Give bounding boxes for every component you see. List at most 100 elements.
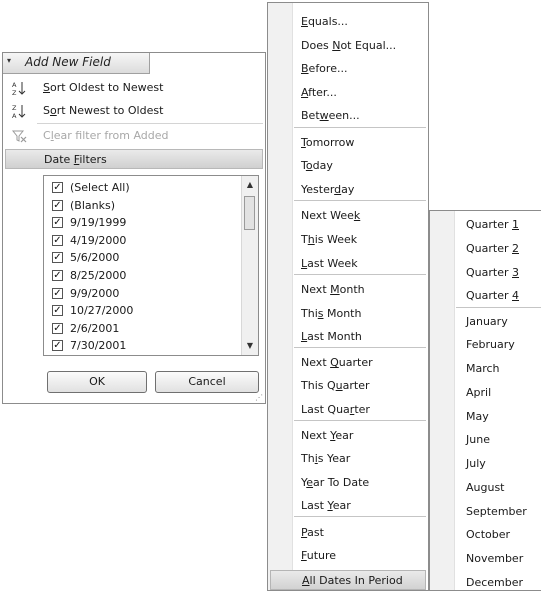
svg-text:Z: Z (12, 104, 17, 112)
menu-item-label: September (466, 505, 527, 518)
date-filter-option[interactable]: Next Year (292, 424, 426, 447)
menu-item-label: This Month (301, 307, 362, 320)
date-filter-option[interactable]: This Quarter (292, 374, 426, 397)
filter-dropdown-panel: ▾ Add New Field A Z Sort Oldest to Newes… (2, 52, 266, 404)
field-header[interactable]: ▾ Add New Field (3, 53, 150, 74)
scrollbar-thumb[interactable] (244, 196, 255, 230)
period-option[interactable]: Quarter 1 (454, 213, 541, 236)
sort-newest-to-oldest-item[interactable]: Z A Sort Newest to Oldest (3, 100, 265, 122)
menu-item-label: May (466, 410, 489, 423)
menu-item-label: After... (301, 86, 337, 99)
clear-filter-item: Clear filter from Added (3, 125, 265, 147)
date-filter-option[interactable]: Tomorrow (292, 131, 426, 154)
checkbox[interactable]: ✓ (52, 270, 63, 281)
menu-item-label: Last Month (301, 330, 362, 343)
checkbox[interactable]: ✓ (52, 182, 63, 193)
date-filter-option[interactable]: Last Year (292, 494, 426, 517)
date-filters-label: Date Filters (44, 153, 107, 166)
field-header-title: Add New Field (25, 55, 111, 69)
date-filter-option[interactable]: Next Week (292, 204, 426, 227)
period-option[interactable]: April (454, 381, 541, 404)
menu-item-label: Before... (301, 62, 348, 75)
period-option[interactable]: July (454, 452, 541, 475)
checkbox[interactable]: ✓ (52, 340, 63, 352)
sort-ascending-icon: A Z (12, 81, 26, 96)
period-option[interactable]: December (454, 571, 541, 594)
sort-descending-icon: Z A (12, 104, 26, 119)
period-option[interactable]: November (454, 547, 541, 570)
date-filter-option[interactable]: This Week (292, 228, 426, 251)
period-option[interactable]: February (454, 333, 541, 356)
date-filter-option[interactable]: This Year (292, 447, 426, 470)
menu-item-label: Quarter 3 (466, 266, 519, 279)
date-filter-option[interactable]: Next Month (292, 278, 426, 301)
cancel-button[interactable]: Cancel (155, 371, 259, 393)
menu-item-label: Quarter 2 (466, 242, 519, 255)
scroll-up-icon[interactable]: ▲ (243, 177, 257, 193)
menu-item-label: Next Month (301, 283, 365, 296)
date-filter-option[interactable]: After... (292, 81, 426, 104)
date-filter-option[interactable]: Year To Date (292, 471, 426, 494)
period-option[interactable]: Quarter 2 (454, 237, 541, 260)
date-filter-option[interactable]: This Month (292, 302, 426, 325)
menu-item-label: Year To Date (301, 476, 370, 489)
checkbox[interactable]: ✓ (52, 287, 63, 299)
date-filter-option[interactable]: Last Week (292, 252, 426, 275)
period-option[interactable]: March (454, 357, 541, 380)
vertical-scrollbar[interactable]: ▲ ▼ (241, 176, 258, 355)
checkbox[interactable]: ✓ (52, 252, 63, 264)
ok-button[interactable]: OK (47, 371, 147, 393)
checkbox[interactable]: ✓ (52, 305, 63, 317)
sort-oldest-to-newest-item[interactable]: A Z Sort Oldest to Newest (3, 77, 265, 99)
menu-separator (294, 274, 426, 275)
menu-item-label: January (466, 315, 508, 328)
menu-item-label: Next Year (301, 429, 354, 442)
filter-value-label: (Select All) (70, 181, 130, 194)
date-filter-option[interactable]: Next Quarter (292, 351, 426, 374)
filter-value-list[interactable]: ✓ (Select All) ✓ (Blanks) ✓ 9/19/1999 ✓ 4/19/20… (43, 175, 259, 356)
sort-oldest-label: Sort Oldest to Newest (43, 81, 164, 94)
menu-item-label: Tomorrow (301, 136, 355, 149)
date-filters-submenu: Equals... Does Not Equal... Before... After… (267, 2, 429, 591)
menu-separator (294, 516, 426, 517)
date-filters-item[interactable]: Date Filters (5, 149, 263, 169)
period-option[interactable]: June (454, 428, 541, 451)
period-option[interactable]: Quarter 4 (454, 284, 541, 307)
date-filter-option[interactable]: Equals... (292, 10, 426, 33)
checkbox[interactable]: ✓ (52, 322, 63, 334)
date-filter-option[interactable]: Future (292, 544, 426, 567)
menu-separator (294, 127, 426, 128)
checkbox[interactable]: ✓ (52, 234, 63, 246)
date-filter-option[interactable]: Between... (292, 104, 426, 127)
filter-value-label: (Blanks) (70, 198, 115, 212)
clear-filter-label: Clear filter from Added (43, 129, 169, 142)
menu-item-label: This Quarter (301, 379, 370, 392)
period-option[interactable]: Quarter 3 (454, 261, 541, 284)
menu-item-label: October (466, 528, 511, 541)
period-option[interactable]: January (454, 310, 541, 333)
date-filter-option[interactable]: Last Quarter (292, 398, 426, 421)
menu-item-label: Past (301, 526, 324, 539)
dropdown-arrow-icon[interactable]: ▾ (7, 56, 11, 65)
scroll-down-icon[interactable]: ▼ (243, 338, 257, 354)
date-filter-option[interactable]: Yesterday (292, 178, 426, 201)
date-filter-option[interactable]: Past (292, 521, 426, 544)
sort-newest-label: Sort Newest to Oldest (43, 104, 164, 117)
date-filter-option[interactable]: Before... (292, 57, 426, 80)
period-option[interactable]: September (454, 500, 541, 523)
period-option[interactable]: October (454, 523, 541, 546)
period-option[interactable]: May (454, 405, 541, 428)
date-filter-option[interactable]: Does Not Equal... (292, 34, 426, 57)
date-filter-option[interactable]: Last Month (292, 325, 426, 348)
checkbox[interactable]: ✓ (52, 217, 63, 229)
menu-item-label: Last Quarter (301, 403, 370, 416)
period-option[interactable]: August (454, 476, 541, 499)
menu-item-label: Quarter 1 (466, 218, 519, 231)
svg-text:Z: Z (12, 89, 17, 96)
all-dates-in-period-item[interactable]: All Dates In Period (270, 570, 426, 590)
checkbox[interactable]: ✓ (52, 199, 63, 211)
menu-separator (37, 123, 263, 124)
menu-item-label: April (466, 386, 492, 399)
resize-grip-icon[interactable]: ⋰ (255, 393, 263, 402)
date-filter-option[interactable]: Today (292, 154, 426, 177)
